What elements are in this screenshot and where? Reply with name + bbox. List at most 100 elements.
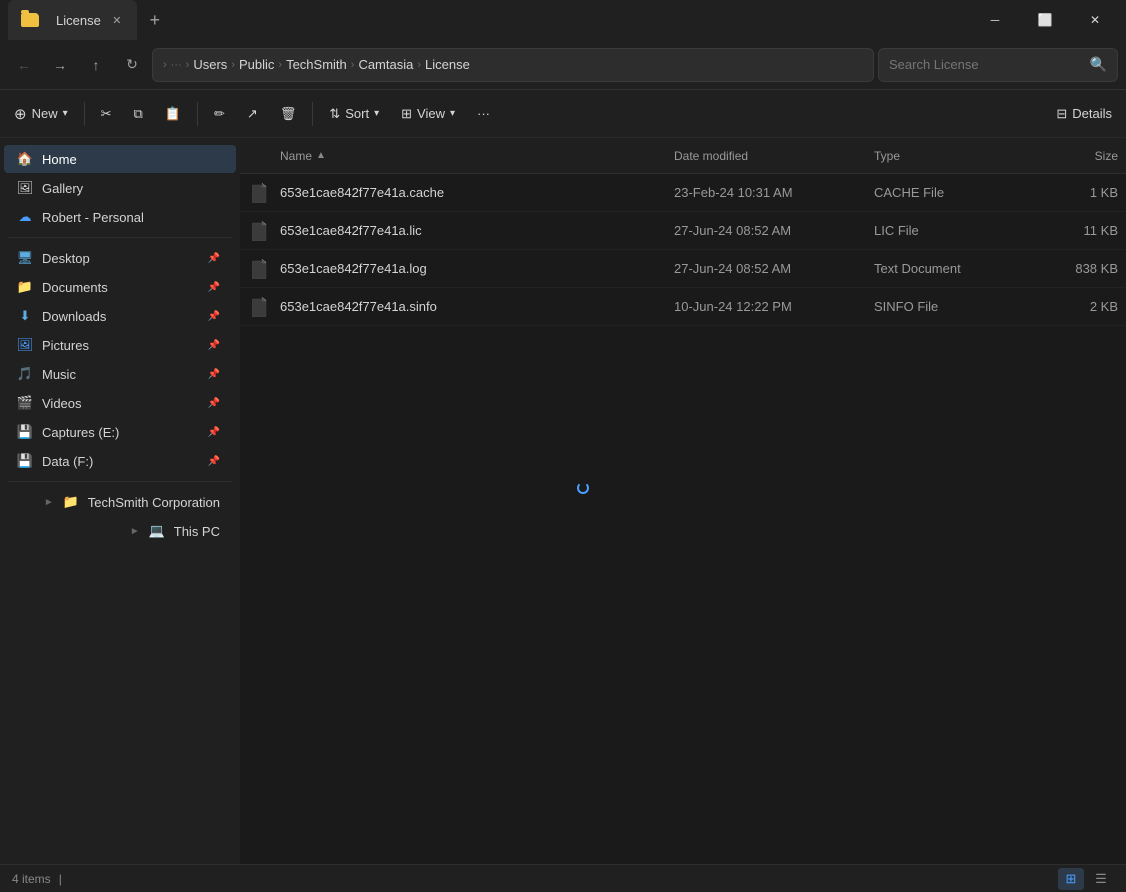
- col-name-header[interactable]: Name ▲: [240, 149, 666, 163]
- pictures-label: Pictures: [42, 338, 89, 353]
- rename-icon: ✏: [214, 106, 225, 122]
- file-size-sinfo: 2 KB: [1026, 299, 1126, 314]
- breadcrumb[interactable]: › ··· › Users › Public › TechSmith › Cam…: [152, 48, 874, 82]
- breadcrumb-sep-5: ›: [417, 59, 421, 71]
- breadcrumb-sep-1: ›: [186, 59, 190, 71]
- breadcrumb-camtasia[interactable]: Camtasia: [358, 57, 413, 72]
- sort-label: Sort: [345, 106, 369, 121]
- up-button[interactable]: ↑: [80, 49, 112, 81]
- breadcrumb-expand-icon: ›: [163, 59, 167, 71]
- sidebar-item-home[interactable]: 🏠 Home: [4, 145, 236, 173]
- file-name-sinfo: 653e1cae842f77e41a.sinfo: [280, 299, 666, 314]
- col-date-header[interactable]: Date modified: [666, 149, 866, 163]
- thispc-label: This PC: [174, 524, 220, 539]
- desktop-icon: 🖥: [16, 249, 34, 267]
- videos-pin-icon: 📌: [208, 398, 220, 409]
- details-button[interactable]: ⊟ Details: [1046, 100, 1122, 128]
- table-row[interactable]: 653e1cae842f77e41a.log 27-Jun-24 08:52 A…: [240, 250, 1126, 288]
- share-button[interactable]: ↗: [237, 100, 268, 128]
- table-row[interactable]: 653e1cae842f77e41a.lic 27-Jun-24 08:52 A…: [240, 212, 1126, 250]
- gallery-label: Gallery: [42, 181, 83, 196]
- copy-button[interactable]: ⧉: [124, 100, 153, 128]
- close-button[interactable]: ✕: [1072, 0, 1118, 40]
- breadcrumb-users[interactable]: Users: [193, 57, 227, 72]
- col-type-header[interactable]: Type: [866, 149, 1026, 163]
- delete-icon: 🗑: [280, 106, 297, 122]
- breadcrumb-dots: ···: [171, 59, 182, 71]
- sort-dropdown-icon: ▾: [374, 108, 379, 119]
- new-tab-button[interactable]: +: [141, 6, 169, 34]
- sidebar-item-robert-personal[interactable]: ☁ Robert - Personal: [4, 203, 236, 231]
- sidebar-item-downloads[interactable]: ⬇ Downloads 📌: [4, 302, 236, 330]
- more-icon: ···: [477, 106, 490, 121]
- cut-button[interactable]: ✂: [91, 100, 122, 128]
- tab-area: License ✕ +: [8, 0, 169, 40]
- paste-button[interactable]: 📋: [155, 100, 191, 128]
- copy-icon: ⧉: [134, 106, 143, 122]
- home-label: Home: [42, 152, 77, 167]
- documents-icon: 📁: [16, 278, 34, 296]
- active-tab[interactable]: License ✕: [8, 0, 137, 40]
- tab-close-button[interactable]: ✕: [109, 12, 125, 28]
- file-date-lic: 27-Jun-24 08:52 AM: [666, 223, 866, 238]
- sidebar-item-pictures[interactable]: 🖼 Pictures 📌: [4, 331, 236, 359]
- details-label: Details: [1072, 106, 1112, 121]
- more-options-button[interactable]: ···: [467, 100, 500, 127]
- sidebar-item-techsmith[interactable]: ► 📁 TechSmith Corporation: [4, 488, 236, 516]
- music-label: Music: [42, 367, 76, 382]
- back-button[interactable]: ←: [8, 49, 40, 81]
- details-view-button[interactable]: ⊞: [1058, 868, 1084, 890]
- forward-button[interactable]: →: [44, 49, 76, 81]
- table-row[interactable]: 653e1cae842f77e41a.cache 23-Feb-24 10:31…: [240, 174, 1126, 212]
- new-icon: ⊕: [14, 105, 27, 123]
- documents-pin-icon: 📌: [208, 282, 220, 293]
- search-input[interactable]: [889, 57, 1082, 72]
- data-label: Data (F:): [42, 454, 93, 469]
- captures-pin-icon: 📌: [208, 427, 220, 438]
- breadcrumb-license[interactable]: License: [425, 57, 470, 72]
- music-icon: 🎵: [16, 365, 34, 383]
- downloads-pin-icon: 📌: [208, 311, 220, 322]
- breadcrumb-public[interactable]: Public: [239, 57, 274, 72]
- sidebar-item-desktop[interactable]: 🖥 Desktop 📌: [4, 244, 236, 272]
- pictures-pin-icon: 📌: [208, 340, 220, 351]
- col-size-header[interactable]: Size: [1026, 149, 1126, 163]
- tab-label: License: [56, 13, 101, 28]
- view-dropdown-icon: ▾: [450, 108, 455, 119]
- sidebar-item-documents[interactable]: 📁 Documents 📌: [4, 273, 236, 301]
- paste-icon: 📋: [165, 106, 181, 122]
- sort-button[interactable]: ⇅ Sort ▾: [319, 100, 389, 128]
- share-icon: ↗: [247, 106, 258, 122]
- breadcrumb-sep-4: ›: [351, 59, 355, 71]
- table-row[interactable]: 653e1cae842f77e41a.sinfo 10-Jun-24 12:22…: [240, 288, 1126, 326]
- desktop-pin-icon: 📌: [208, 253, 220, 264]
- list-view-button[interactable]: ☰: [1088, 868, 1114, 890]
- cut-icon: ✂: [101, 106, 112, 122]
- data-pin-icon: 📌: [208, 456, 220, 467]
- sidebar-item-gallery[interactable]: 🖼 Gallery: [4, 174, 236, 202]
- techsmith-label: TechSmith Corporation: [88, 495, 220, 510]
- file-date-log: 27-Jun-24 08:52 AM: [666, 261, 866, 276]
- sidebar-item-music[interactable]: 🎵 Music 📌: [4, 360, 236, 388]
- data-icon: 💾: [16, 452, 34, 470]
- file-list: 653e1cae842f77e41a.cache 23-Feb-24 10:31…: [240, 174, 1126, 864]
- file-icon-sinfo: [240, 297, 280, 317]
- pictures-icon: 🖼: [16, 336, 34, 354]
- file-name-lic: 653e1cae842f77e41a.lic: [280, 223, 666, 238]
- minimize-button[interactable]: ─: [972, 0, 1018, 40]
- videos-icon: 🎬: [16, 394, 34, 412]
- delete-button[interactable]: 🗑: [270, 100, 307, 128]
- sidebar-item-thispc[interactable]: ► 💻 This PC: [4, 517, 236, 545]
- home-icon: 🏠: [16, 150, 34, 168]
- new-button[interactable]: ⊕ New ▾: [4, 99, 78, 129]
- sidebar-item-videos[interactable]: 🎬 Videos 📌: [4, 389, 236, 417]
- breadcrumb-techsmith[interactable]: TechSmith: [286, 57, 347, 72]
- sidebar-item-data[interactable]: 💾 Data (F:) 📌: [4, 447, 236, 475]
- refresh-button[interactable]: ↻: [116, 49, 148, 81]
- view-toggle-buttons: ⊞ ☰: [1058, 868, 1114, 890]
- view-button[interactable]: ⊞ View ▾: [391, 100, 465, 128]
- sidebar-item-captures[interactable]: 💾 Captures (E:) 📌: [4, 418, 236, 446]
- rename-button[interactable]: ✏: [204, 100, 235, 128]
- maximize-button[interactable]: ⬜: [1022, 0, 1068, 40]
- search-bar[interactable]: 🔍: [878, 48, 1118, 82]
